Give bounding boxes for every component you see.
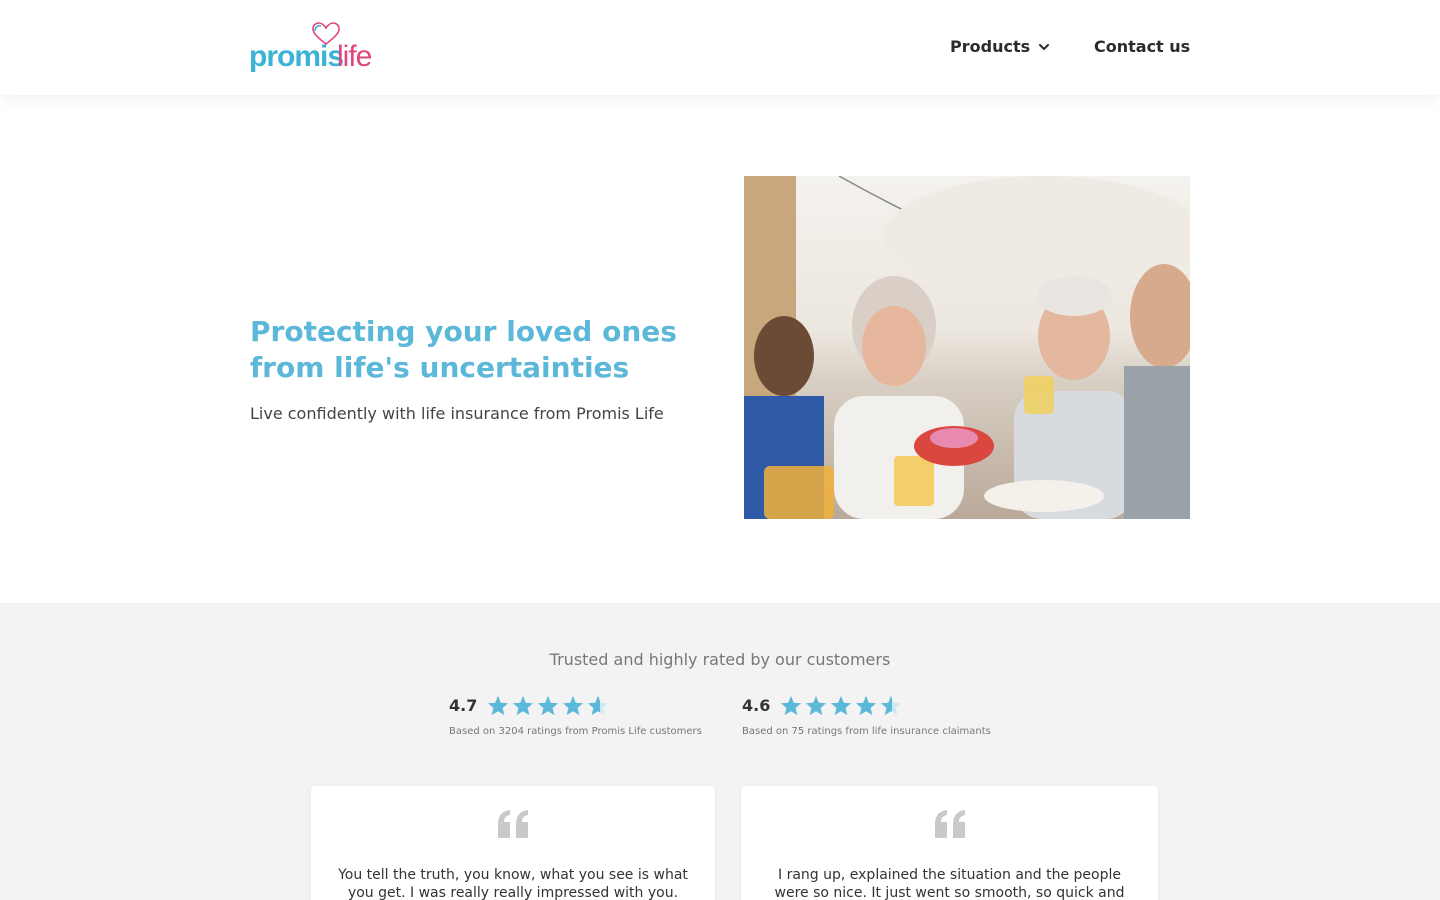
nav-products-label: Products <box>950 37 1031 56</box>
chevron-down-icon <box>1039 43 1050 50</box>
ratings-heading: Trusted and highly rated by our customer… <box>549 650 891 669</box>
photo-illustration <box>744 176 1190 519</box>
star-rating <box>780 695 902 716</box>
rating-note: Based on 3204 ratings from Promis Life c… <box>449 726 702 737</box>
star-icon <box>538 695 559 716</box>
nav-contact-us[interactable]: Contact us <box>1094 37 1190 56</box>
nav-products[interactable]: Products <box>950 37 1050 56</box>
star-icon <box>781 695 802 716</box>
testimonial-card: I rang up, explained the situation and t… <box>741 786 1158 900</box>
testimonial-card: You tell the truth, you know, what you s… <box>311 786 715 900</box>
hero-subtitle: Live confidently with life insurance fro… <box>250 404 664 423</box>
site-header: promis life Products Contact us <box>0 0 1440 95</box>
family-dining-photo <box>744 176 1190 519</box>
quote-icon <box>741 810 1158 842</box>
rating-score: 4.7 <box>449 696 478 715</box>
half-star-icon <box>881 695 902 716</box>
star-icon <box>563 695 584 716</box>
logo-word-life: life <box>337 40 372 73</box>
star-icon <box>513 695 534 716</box>
customer-rating: 4.7 Based on 3204 ratings from Promis Li… <box>449 695 702 737</box>
claimant-rating: 4.6 Based on 75 ratings from life insura… <box>742 695 991 737</box>
star-rating <box>487 695 609 716</box>
testimonial-text: You tell the truth, you know, what you s… <box>338 867 688 900</box>
star-icon <box>856 695 877 716</box>
promis-life-logo[interactable]: promis life <box>249 22 389 74</box>
quote-icon <box>311 810 715 842</box>
star-icon <box>806 695 827 716</box>
star-icon <box>831 695 852 716</box>
star-icon <box>488 695 509 716</box>
ratings-section: Trusted and highly rated by our customer… <box>0 603 1440 900</box>
rating-score: 4.6 <box>742 696 771 715</box>
half-star-icon <box>588 695 609 716</box>
logo-word-promis: promis <box>249 40 344 73</box>
testimonial-text: I rang up, explained the situation and t… <box>774 867 1125 900</box>
rating-note: Based on 75 ratings from life insurance … <box>742 726 991 737</box>
hero-title: Protecting your loved ones from life's u… <box>250 315 677 384</box>
